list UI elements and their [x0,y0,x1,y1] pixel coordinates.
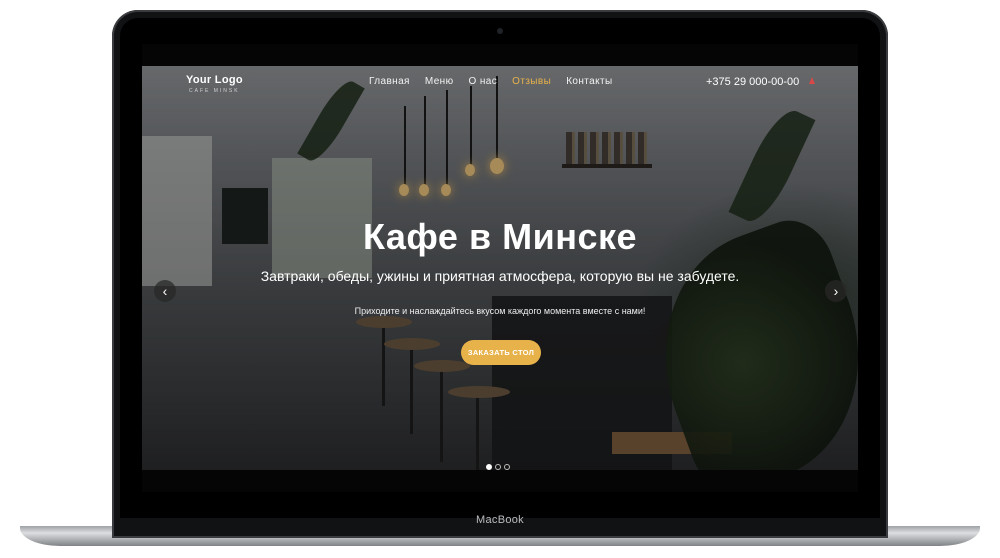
slider-next-button[interactable]: › [825,280,847,302]
hero-subtitle: Завтраки, обеды, ужины и приятная атмосф… [260,268,740,284]
slider-prev-button[interactable]: ‹ [154,280,176,302]
slider-dot-2[interactable] [495,464,501,470]
device-brand-label: MacBook [476,514,524,526]
laptop-mockup: MacBook Кафе в Минске Завтраки, обеды, у… [0,0,1000,558]
nav-item-home[interactable]: Главная [369,76,410,87]
site-logo[interactable]: Your Logo [186,74,243,86]
camera-icon [497,28,503,34]
website-screen: Кафе в Минске Завтраки, обеды, ужины и п… [142,44,858,492]
slider-dot-3[interactable] [504,464,510,470]
phone-icon [809,77,815,84]
nav-item-reviews[interactable]: Отзывы [512,76,551,87]
main-menu: Главная Меню О нас Отзывы Контакты [369,76,613,87]
nav-item-contacts[interactable]: Контакты [566,76,612,87]
nav-item-about[interactable]: О нас [469,76,498,87]
slider-pagination [486,464,510,470]
site-logo-subtitle: CAFE MINSK [189,88,240,94]
nav-item-menu[interactable]: Меню [425,76,454,87]
header-phone[interactable]: +375 29 000-00-00 [706,76,799,88]
hero-title: Кафе в Минске [362,216,638,257]
site-header: Your Logo CAFE MINSK Главная Меню О нас … [142,66,858,102]
hero-slider: Кафе в Минске Завтраки, обеды, ужины и п… [142,66,858,470]
book-table-button[interactable]: ЗАКАЗАТЬ СТОЛ [461,340,541,365]
hero-tagline: Приходите и наслаждайтесь вкусом каждого… [354,306,646,316]
slider-dot-1[interactable] [486,464,492,470]
